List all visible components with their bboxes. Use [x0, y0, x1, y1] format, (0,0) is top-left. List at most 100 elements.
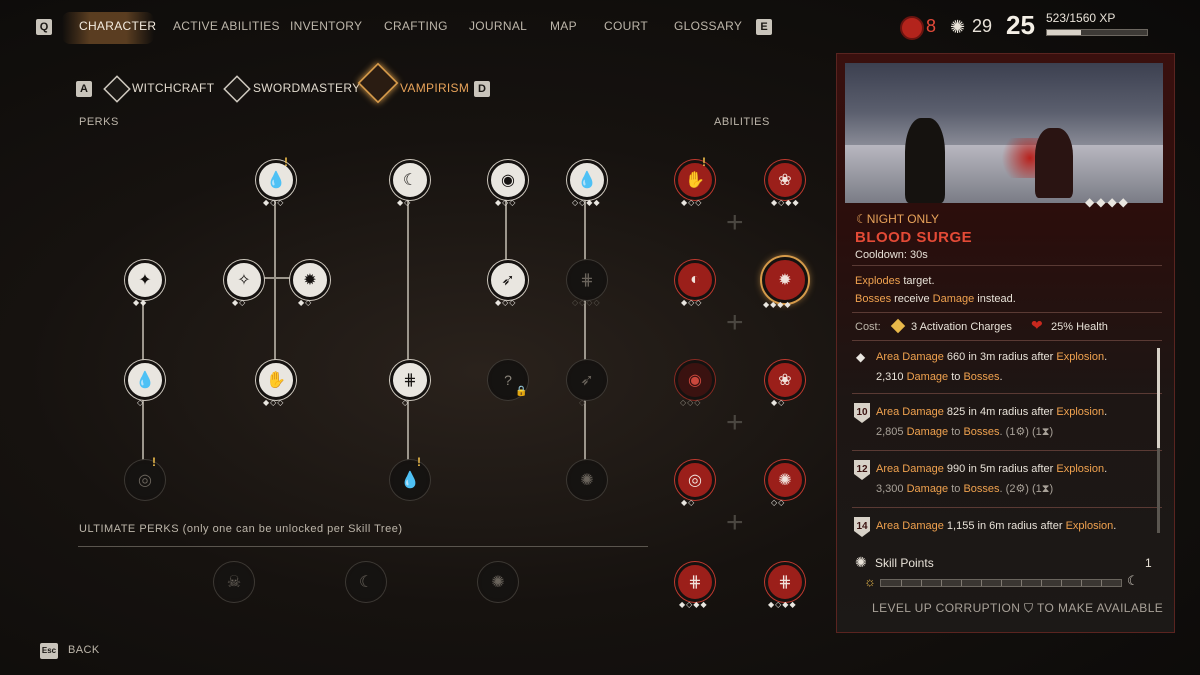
- tree-tab-witchcraft[interactable]: WITCHCRAFT: [132, 81, 214, 95]
- tab-court[interactable]: COURT: [604, 19, 648, 33]
- perk-node[interactable]: 💧: [256, 160, 296, 200]
- tab-inventory[interactable]: INVENTORY: [290, 19, 362, 33]
- keyword-bosses: Bosses: [963, 426, 1000, 438]
- perk-rank-pips: ◇: [137, 398, 145, 407]
- ability-node[interactable]: ⋕: [765, 562, 805, 602]
- perk-node[interactable]: 💧: [125, 360, 165, 400]
- prev-tab-key[interactable]: Q: [36, 19, 52, 35]
- detail-scrollbar[interactable]: [1157, 348, 1160, 533]
- vampirism-icon: [357, 62, 399, 104]
- ultimate-perk-node[interactable]: ☾: [346, 562, 386, 602]
- perk-rank-pips: ◆◇◇: [263, 198, 285, 207]
- tab-map[interactable]: MAP: [550, 19, 577, 33]
- ability-preview-image: [845, 63, 1163, 203]
- rank-text: .: [1104, 406, 1108, 418]
- ultimate-perks-label: ULTIMATE PERKS (only one can be unlocked…: [79, 523, 403, 535]
- perk-rank-pips: ◆◇: [397, 198, 412, 207]
- abilities-label: ABILITIES: [714, 116, 770, 128]
- perk-node-locked[interactable]: ➶: [567, 360, 607, 400]
- corruption-icon: ✺: [950, 17, 966, 37]
- tree-tab-vampirism[interactable]: VAMPIRISM: [400, 81, 469, 95]
- perk-node[interactable]: ➶: [488, 260, 528, 300]
- ability-rank-pips: ◆◇: [771, 398, 786, 407]
- perk-rank-pips: ◆◆: [133, 298, 148, 307]
- ability-rank-pips: ◆◇◇: [681, 298, 703, 307]
- corruption-count: 29: [972, 16, 993, 36]
- ability-title: BLOOD SURGE: [855, 229, 973, 246]
- perk-node-locked[interactable]: 💧: [390, 460, 430, 500]
- perk-rank-pips: ◆◇◇: [495, 298, 517, 307]
- ability-node[interactable]: ✋: [675, 160, 715, 200]
- ability-rank-pips: ◆◇◆◆: [768, 600, 797, 609]
- rank-text: .: [1113, 520, 1117, 532]
- ability-node-locked[interactable]: ◉: [675, 360, 715, 400]
- keyword-area-damage: Area Damage: [876, 351, 944, 363]
- progress-tick: [921, 580, 922, 586]
- ability-node[interactable]: ✺: [765, 460, 805, 500]
- new-perk-marker: !: [152, 455, 156, 469]
- perk-rank-pips: ◇◇◆◆: [572, 198, 601, 207]
- tab-glossary[interactable]: GLOSSARY: [674, 19, 742, 33]
- rank-text: 1,155 in 6m radius after: [943, 520, 1066, 532]
- corruption-progress-bar: [880, 579, 1122, 587]
- perk-node-locked[interactable]: ⋕: [567, 260, 607, 300]
- ability-slot-cross: +: [726, 206, 744, 239]
- new-perk-marker: !: [284, 155, 288, 169]
- ability-node[interactable]: ❀: [765, 160, 805, 200]
- skill-points-label: Skill Points: [875, 556, 934, 570]
- ability-rank-pips: ◆◇◇: [681, 198, 703, 207]
- ultimate-perk-node[interactable]: ✺: [478, 562, 518, 602]
- perk-node-locked[interactable]: ◎: [125, 460, 165, 500]
- perk-node[interactable]: ⋕: [390, 360, 430, 400]
- skill-points-value: 1: [1145, 556, 1152, 570]
- tree-connector: [584, 195, 586, 475]
- perk-node[interactable]: ✹: [290, 260, 330, 300]
- rank-text: 825 in 4m radius after: [943, 406, 1057, 418]
- blood-icon: [900, 16, 924, 40]
- ultimate-divider: [78, 546, 648, 547]
- ability-node-selected[interactable]: ✹: [762, 257, 808, 303]
- perk-rank-pips: ◇◇◇◇: [572, 298, 601, 307]
- esc-key[interactable]: Esc: [40, 643, 58, 659]
- perk-node[interactable]: ✦: [125, 260, 165, 300]
- panel-separator: [852, 450, 1162, 451]
- progress-tick: [981, 580, 982, 586]
- keyword-bosses: Bosses: [963, 483, 1000, 495]
- xp-bar: [1046, 29, 1148, 36]
- tab-active-abilities[interactable]: ACTIVE ABILITIES: [173, 19, 280, 33]
- ultimate-perk-node[interactable]: ☠: [214, 562, 254, 602]
- next-tab-key[interactable]: E: [756, 19, 772, 35]
- perk-node-locked[interactable]: ✺: [567, 460, 607, 500]
- rank-row-1: Area Damage 660 in 3m radius after Explo…: [876, 347, 1156, 387]
- perk-node[interactable]: ☾: [390, 160, 430, 200]
- perk-node[interactable]: 💧: [567, 160, 607, 200]
- night-only-tag: ☾NIGHT ONLY: [856, 212, 939, 226]
- detail-scrollbar-thumb[interactable]: [1157, 348, 1160, 448]
- moon-icon: ☾: [1127, 573, 1139, 588]
- next-tree-key[interactable]: D: [474, 81, 490, 97]
- back-button[interactable]: BACK: [68, 644, 100, 656]
- ability-node[interactable]: ◐: [675, 260, 715, 300]
- ability-node[interactable]: ◎: [675, 460, 715, 500]
- perk-node[interactable]: ◉: [488, 160, 528, 200]
- xp-text: 523/1560 XP: [1046, 11, 1116, 25]
- rank-text: 660 in 3m radius after: [943, 351, 1057, 363]
- ability-rank-pips: ◆◇: [681, 498, 696, 507]
- perk-node[interactable]: ✋: [256, 360, 296, 400]
- tab-crafting[interactable]: CRAFTING: [384, 19, 448, 33]
- progress-tick: [961, 580, 962, 586]
- ability-rank-pips: ◆◇◆◆: [771, 198, 800, 207]
- tree-tab-swordmastery[interactable]: SWORDMASTERY: [253, 81, 360, 95]
- rank-row-2: Area Damage 825 in 4m radius after Explo…: [876, 402, 1156, 442]
- ability-node[interactable]: ⋕: [675, 562, 715, 602]
- rank-text: .: [999, 371, 1003, 383]
- perks-label: PERKS: [79, 116, 119, 128]
- perk-node[interactable]: ✧: [224, 260, 264, 300]
- progress-tick: [1081, 580, 1082, 586]
- ability-node[interactable]: ❀: [765, 360, 805, 400]
- rank-text: .: [1104, 463, 1108, 475]
- progress-tick: [1101, 580, 1102, 586]
- prev-tree-key[interactable]: A: [76, 81, 92, 97]
- tab-character[interactable]: CHARACTER: [79, 19, 156, 33]
- tab-journal[interactable]: JOURNAL: [469, 19, 527, 33]
